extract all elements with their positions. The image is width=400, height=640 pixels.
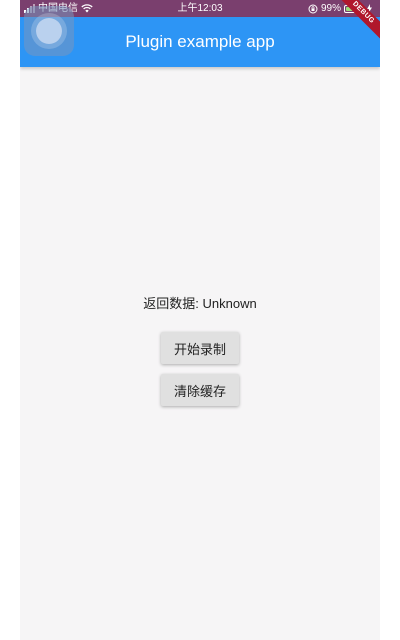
assistive-touch-button[interactable] <box>24 6 74 56</box>
start-recording-button[interactable]: 开始录制 <box>161 332 239 364</box>
battery-percent: 99% <box>320 3 341 14</box>
app-bar: Plugin example app <box>20 17 380 67</box>
phone-screen: 中国电信 上午12:03 99% Plugin example app <box>20 0 380 640</box>
app-bar-title: Plugin example app <box>125 32 275 51</box>
orientation-lock-icon <box>308 4 318 13</box>
result-text: 返回数据: Unknown <box>143 296 257 311</box>
clear-cache-button[interactable]: 清除缓存 <box>161 374 239 406</box>
assistive-touch-icon <box>36 18 62 44</box>
main-content: 返回数据: Unknown 开始录制 清除缓存 <box>20 294 380 406</box>
status-bar: 中国电信 上午12:03 99% <box>20 0 380 17</box>
